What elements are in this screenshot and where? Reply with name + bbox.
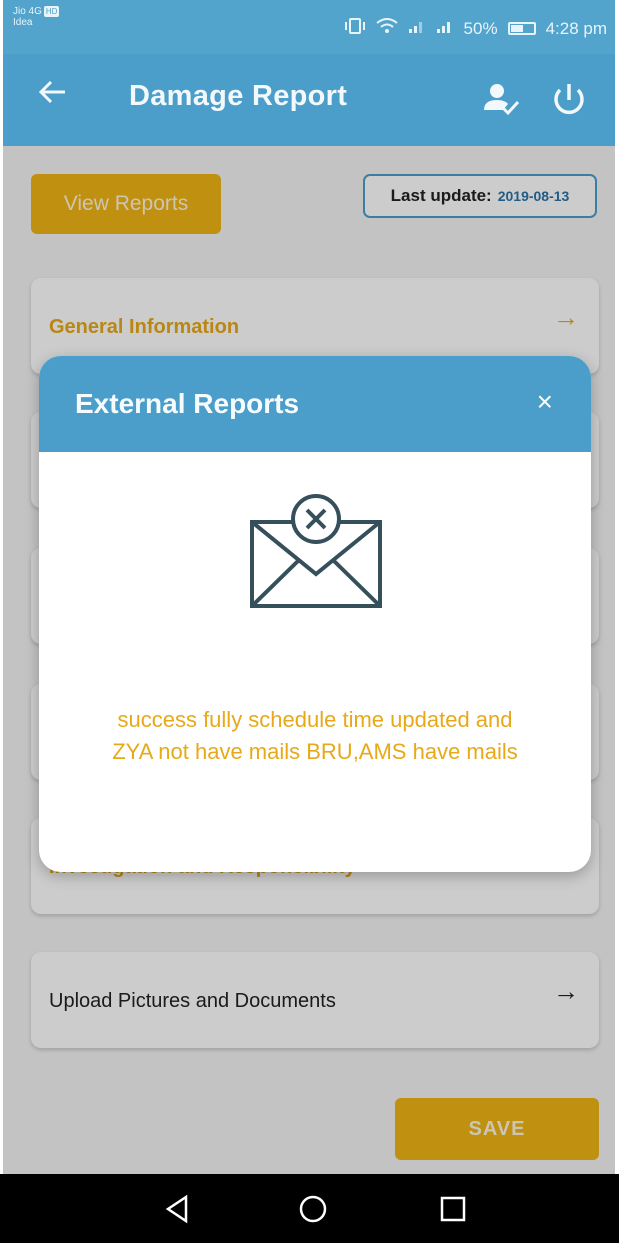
dialog-message: success fully schedule time updated and … <box>39 704 591 768</box>
dialog-message-line1: success fully schedule time updated and <box>117 707 513 732</box>
user-check-icon[interactable] <box>481 80 521 120</box>
carrier-info: Jio 4G HD Idea <box>13 6 60 28</box>
nav-back-icon[interactable] <box>160 1192 194 1226</box>
status-icons: 50% 4:28 pm <box>344 18 607 39</box>
android-nav-bar <box>0 1174 619 1243</box>
screen: Jio 4G HD Idea 50% 4:28 pm Damage Report… <box>3 0 615 1243</box>
carrier-badge: HD <box>43 6 60 17</box>
nav-recents-icon[interactable] <box>436 1192 470 1226</box>
page-title: Damage Report <box>129 80 348 112</box>
signal-icon-2 <box>436 18 454 39</box>
app-bar: Damage Report <box>3 54 615 146</box>
wifi-icon <box>375 18 398 39</box>
dialog-title: External Reports <box>75 388 300 419</box>
back-arrow-icon[interactable] <box>37 76 69 117</box>
battery-percent: 50% <box>463 18 498 38</box>
clock: 4:28 pm <box>545 18 607 38</box>
carrier-line1: Jio 4G <box>13 6 42 17</box>
external-reports-dialog: External Reports × success fully schedul… <box>39 356 591 872</box>
dialog-message-line2: ZYA not have mails BRU,AMS have mails <box>112 739 518 764</box>
close-icon[interactable]: × <box>537 386 553 418</box>
carrier-line2: Idea <box>13 17 33 28</box>
battery-icon <box>507 22 536 35</box>
dialog-header: External Reports × <box>39 356 591 452</box>
signal-icon <box>408 18 426 39</box>
power-icon[interactable] <box>549 80 589 120</box>
status-bar: Jio 4G HD Idea 50% 4:28 pm <box>3 0 615 54</box>
nav-home-icon[interactable] <box>296 1192 330 1226</box>
mail-error-icon <box>247 492 385 610</box>
vibrate-icon <box>344 18 366 39</box>
